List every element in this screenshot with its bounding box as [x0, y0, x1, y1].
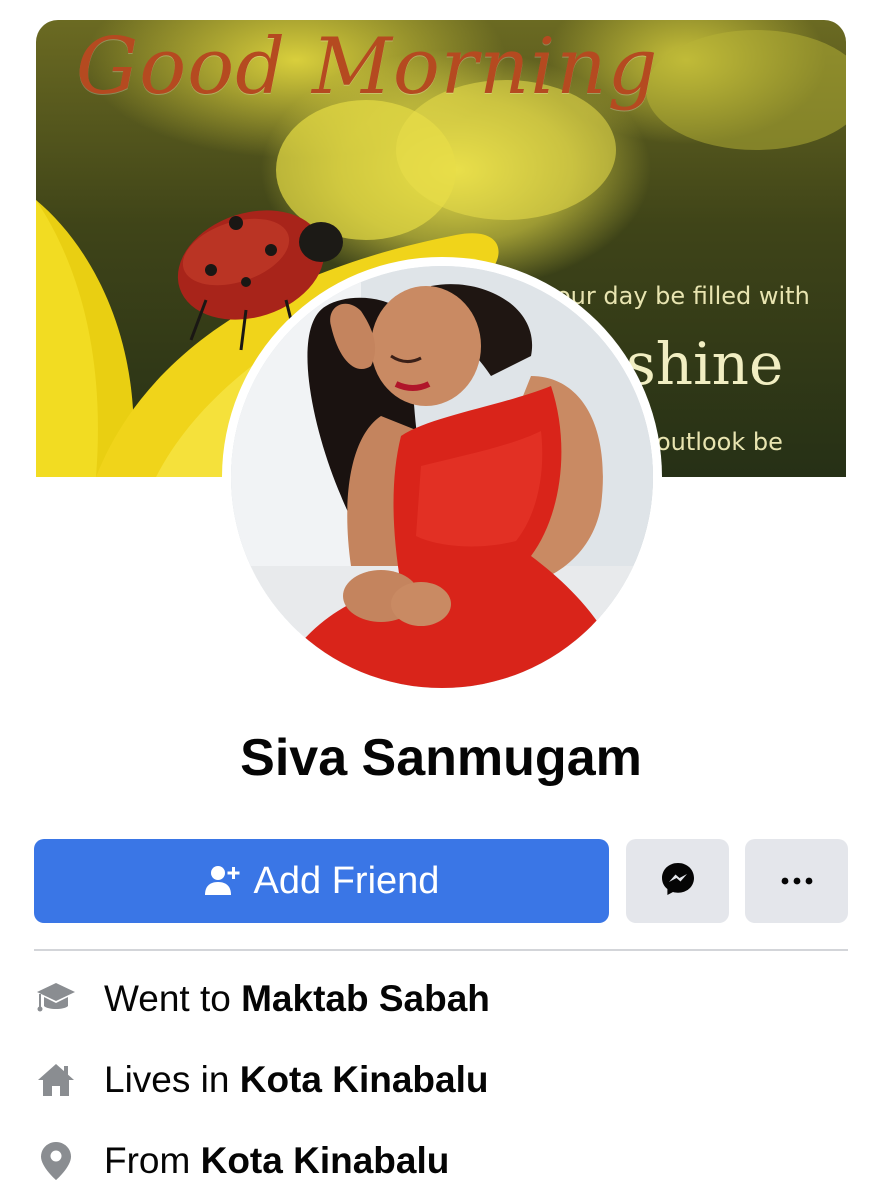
cover-title-text: Good Morning [76, 22, 659, 112]
intro-current-city: Lives in Kota Kinabalu [34, 1050, 848, 1110]
more-dots-icon [781, 872, 813, 890]
more-options-button[interactable] [745, 839, 848, 923]
profile-actions: Add Friend [34, 839, 848, 923]
profile-picture[interactable] [222, 257, 662, 697]
home-icon [34, 1058, 78, 1102]
cover-text-line3: outlook be [656, 428, 783, 456]
intro-education-prefix: Went to [104, 978, 242, 1019]
section-divider [34, 949, 848, 951]
add-friend-button[interactable]: Add Friend [34, 839, 609, 923]
intro-lives-prefix: Lives in [104, 1059, 240, 1100]
profile-name: Siva Sanmugam [240, 729, 642, 787]
location-pin-icon [34, 1139, 78, 1183]
intro-education: Went to Maktab Sabah [34, 969, 848, 1029]
intro-lives-value[interactable]: Kota Kinabalu [240, 1059, 489, 1100]
intro-hometown: From Kota Kinabalu [34, 1131, 848, 1191]
intro-from-prefix: From [104, 1140, 201, 1181]
add-friend-label: Add Friend [253, 859, 440, 902]
education-cap-icon [34, 977, 78, 1021]
messenger-icon [660, 861, 696, 902]
intro-from-value[interactable]: Kota Kinabalu [201, 1140, 450, 1181]
message-button[interactable] [626, 839, 729, 923]
intro-education-value[interactable]: Maktab Sabah [241, 978, 490, 1019]
person-add-icon [204, 863, 240, 899]
avatar-image [231, 266, 653, 688]
